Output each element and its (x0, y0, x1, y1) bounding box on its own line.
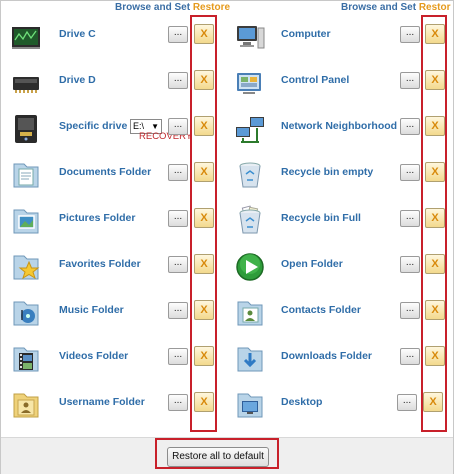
browse-button[interactable]: ... (168, 348, 188, 365)
row-label: Favorites Folder (59, 258, 141, 270)
row-label: Drive D (59, 74, 96, 86)
browse-button[interactable]: ... (400, 72, 420, 89)
computer-icon (233, 20, 267, 54)
drive-select-value: E:\ (133, 121, 145, 131)
row-label: Contacts Folder (281, 304, 361, 316)
browse-button[interactable]: ... (397, 394, 417, 411)
control-panel-icon (233, 66, 267, 100)
network-icon (233, 112, 267, 146)
row-label: Open Folder (281, 258, 343, 270)
pictures-folder-icon (9, 204, 43, 238)
row-contacts-folder: Contacts Folder ... X (233, 293, 451, 333)
specific-drive-icon (9, 112, 43, 146)
row-label: Drive C (59, 28, 96, 40)
browse-button[interactable]: ... (168, 72, 188, 89)
open-folder-icon (233, 250, 267, 284)
row-label: Control Panel (281, 74, 350, 86)
drive-d-icon (9, 66, 43, 100)
left-column-header: Browse and Set Restore (115, 2, 230, 13)
row-downloads-folder: Downloads Folder ... X (233, 339, 451, 379)
recycle-bin-full-icon (233, 204, 267, 238)
browse-button[interactable]: ... (168, 256, 188, 273)
row-recycle-bin-empty: Recycle bin empty ... X (233, 155, 451, 195)
left-restore-column-highlight (190, 15, 217, 432)
browse-button[interactable]: ... (400, 302, 420, 319)
row-label: Specific drive (59, 120, 128, 132)
recycle-bin-empty-icon (233, 158, 267, 192)
right-browse-header: Browse and Set (341, 2, 417, 13)
settings-panel: Browse and Set Restore Browse and Set Re… (0, 0, 454, 474)
browse-button[interactable]: ... (400, 210, 420, 227)
browse-button[interactable]: ... (168, 394, 188, 411)
row-label: Documents Folder (59, 166, 152, 178)
downloads-folder-icon (233, 342, 267, 376)
restore-all-highlight (155, 438, 279, 469)
row-label: Computer (281, 28, 331, 40)
right-restore-column-highlight (421, 15, 447, 432)
row-label: Videos Folder (59, 350, 129, 362)
left-browse-header: Browse and Set (115, 2, 191, 13)
desktop-icon (233, 388, 267, 422)
browse-button[interactable]: ... (400, 118, 420, 135)
browse-button[interactable]: ... (168, 118, 188, 135)
contacts-folder-icon (233, 296, 267, 330)
row-label: Pictures Folder (59, 212, 136, 224)
row-computer: Computer ... X (233, 17, 451, 57)
row-recycle-bin-full: Recycle bin Full ... X (233, 201, 451, 241)
drive-c-icon (9, 20, 43, 54)
videos-folder-icon (9, 342, 43, 376)
row-label: Music Folder (59, 304, 124, 316)
browse-button[interactable]: ... (168, 164, 188, 181)
browse-button[interactable]: ... (400, 348, 420, 365)
row-open-folder: Open Folder ... X (233, 247, 451, 287)
browse-button[interactable]: ... (400, 256, 420, 273)
row-desktop: Desktop ... X (233, 385, 451, 425)
right-restore-header: Restor (418, 2, 451, 13)
row-label: Recycle bin Full (281, 212, 361, 224)
browse-button[interactable]: ... (168, 26, 188, 43)
row-label: Recycle bin empty (281, 166, 374, 178)
documents-folder-icon (9, 158, 43, 192)
username-folder-icon (9, 388, 43, 422)
browse-button[interactable]: ... (168, 302, 188, 319)
right-column-header: Browse and Set Restor (341, 2, 451, 13)
row-network-neighborhood: Network Neighborhood ... X (233, 109, 451, 149)
browse-button[interactable]: ... (168, 210, 188, 227)
row-label: Network Neighborhood (281, 120, 398, 132)
music-folder-icon (9, 296, 43, 330)
browse-button[interactable]: ... (400, 26, 420, 43)
row-control-panel: Control Panel ... X (233, 63, 451, 103)
row-label: Username Folder (59, 396, 145, 408)
row-label: Downloads Folder (281, 350, 373, 362)
row-label: Desktop (281, 396, 323, 408)
left-restore-header: Restore (192, 2, 231, 13)
browse-button[interactable]: ... (400, 164, 420, 181)
favorites-folder-icon (9, 250, 43, 284)
